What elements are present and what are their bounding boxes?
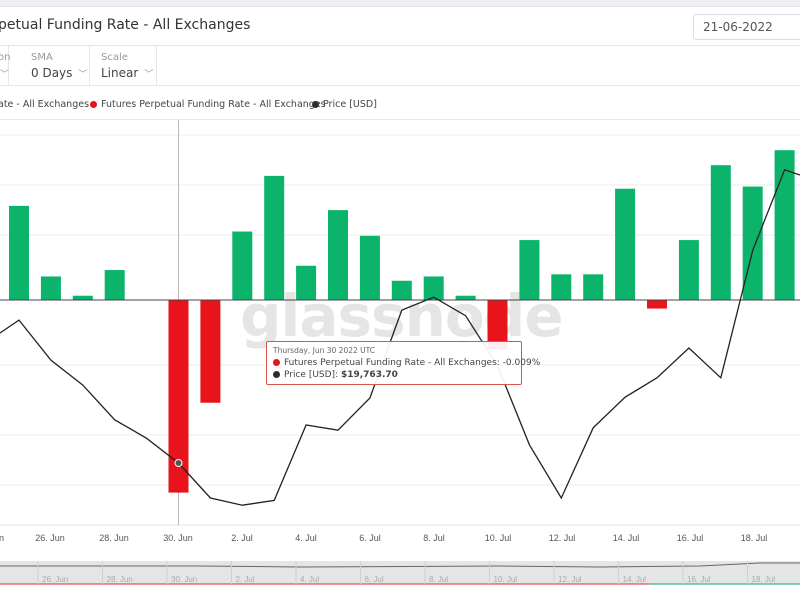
navigator-label: 16. Jul	[687, 575, 711, 584]
navigator-label: 10. Jul	[494, 575, 518, 584]
funding-bar	[455, 295, 476, 300]
x-tick-label: 8. Jul	[423, 533, 445, 543]
tooltip-price-value: $19,763.70	[340, 370, 398, 380]
funding-bar	[328, 210, 348, 300]
x-tick-label: 14. Jul	[613, 533, 640, 543]
funding-bar	[264, 175, 285, 300]
funding-bar	[359, 235, 380, 300]
navigator-label: 18. Jul	[752, 575, 776, 584]
tooltip-funding-line: Futures Perpetual Funding Rate - All Exc…	[273, 358, 540, 368]
x-tick-label: 2. Jul	[231, 533, 253, 543]
red-dot-icon	[273, 359, 280, 366]
black-dot-icon	[273, 371, 280, 378]
navigator-label: 12. Jul	[558, 575, 582, 584]
funding-bar	[519, 240, 540, 300]
navigator-label: 4. Jul	[300, 575, 319, 584]
x-tick-label: 26. Jun	[35, 533, 65, 543]
funding-bar	[615, 188, 636, 300]
x-tick-label: 28. Jun	[99, 533, 129, 543]
funding-bar	[423, 276, 444, 300]
tooltip-funding: Futures Perpetual Funding Rate - All Exc…	[284, 358, 541, 368]
navigator-label: 8. Jul	[429, 575, 448, 584]
price-line	[0, 168, 800, 506]
navigator-label: 6. Jul	[365, 575, 384, 584]
x-tick-label: 30. Jun	[163, 533, 193, 543]
funding-bar	[232, 231, 253, 300]
navigator-label: 30. Jun	[171, 575, 197, 584]
funding-bar	[710, 165, 731, 300]
funding-bar	[391, 280, 412, 300]
x-tick-label: n	[0, 533, 4, 543]
x-tick-label: 16. Jul	[677, 533, 704, 543]
funding-bar	[742, 186, 763, 300]
tooltip-price-label: Price [USD]:	[284, 370, 341, 380]
navigator-label: 28. Jun	[107, 575, 133, 584]
x-tick-label: 12. Jul	[549, 533, 576, 543]
funding-bar	[647, 300, 667, 309]
tooltip-date: Thursday, Jun 30 2022 UTC	[273, 346, 376, 355]
chart-svg[interactable]: n 26. Jun 28. Jun 30. Jun 2. Jul 4. Jul 6. Jul…	[0, 0, 800, 600]
navigator-label: 2. Jul	[236, 575, 255, 584]
funding-bar	[200, 300, 221, 403]
price-marker	[174, 459, 183, 467]
funding-bar	[72, 295, 93, 300]
x-tick-label: 4. Jul	[295, 533, 317, 543]
tooltip: Thursday, Jun 30 2022 UTC Futures Perpet…	[266, 341, 540, 385]
funding-bar	[583, 274, 604, 300]
funding-bar	[678, 240, 699, 300]
tooltip-price-line: Price [USD]: $19,763.70	[273, 370, 398, 380]
funding-bar	[296, 265, 317, 300]
x-tick-label: 10. Jul	[485, 533, 512, 543]
x-tick-label: 6. Jul	[359, 533, 381, 543]
funding-bar	[551, 274, 572, 300]
navigator-label: 14. Jul	[623, 575, 647, 584]
x-tick-label: 18. Jul	[741, 533, 768, 543]
funding-bar	[40, 276, 61, 300]
navigator-label: 26. Jun	[42, 575, 68, 584]
funding-bar	[9, 205, 29, 300]
funding-bar	[104, 270, 125, 300]
